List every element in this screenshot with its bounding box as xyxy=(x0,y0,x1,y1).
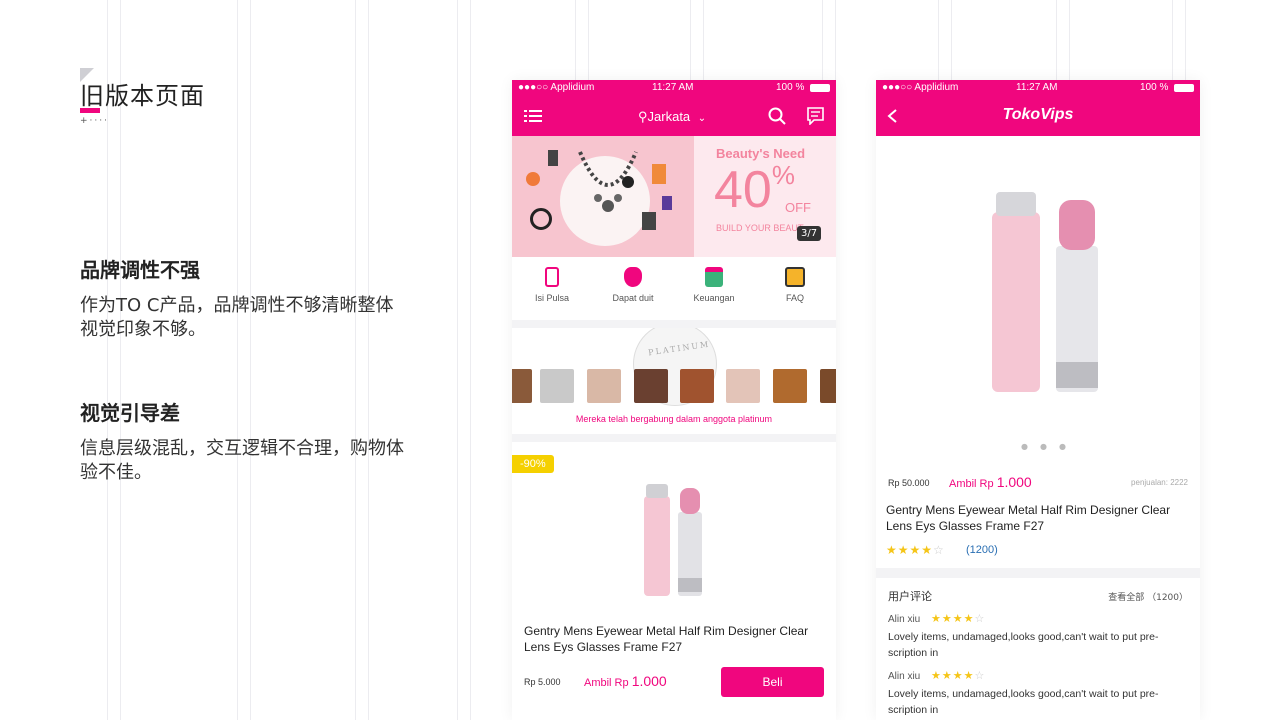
location-pin-icon: ⚲ xyxy=(638,109,648,124)
phone-icon xyxy=(545,267,559,287)
avatar[interactable] xyxy=(773,369,807,403)
platinum-members[interactable]: PLATINUM Mereka telah bergabung dalam an… xyxy=(512,328,836,434)
product-name: Gentry Mens Eyewear Metal Half Rim Desig… xyxy=(886,503,1171,533)
review-text: Lovely items, undamaged,looks good,can't… xyxy=(888,631,1159,659)
battery-text: 100 % xyxy=(1140,82,1169,93)
status-bar: ●●●○○ Applidium 11:27 AM 100 % xyxy=(876,80,1200,96)
battery-text: 100 % xyxy=(776,82,805,93)
rating-stars: ★★★★☆ xyxy=(886,543,945,557)
product-info: Rp 50.000 Ambil Rp 1.000 penjualan: 2222… xyxy=(876,466,1200,568)
avatar[interactable] xyxy=(512,369,532,403)
nav-bar: TokoVips xyxy=(876,96,1200,136)
avatar[interactable] xyxy=(634,369,668,403)
section-body-brand: 作为TO C产品，品牌调性不够清晰整体视觉印象不够。 xyxy=(80,295,394,340)
product-ambil-price: Ambil Rp 1.000 xyxy=(949,474,1032,490)
product-gallery[interactable]: ●●● xyxy=(876,136,1200,466)
gallery-dots: ●●● xyxy=(1021,442,1078,451)
quick-link-dapat-duit[interactable]: Dapat duit xyxy=(593,267,673,303)
avatar[interactable] xyxy=(726,369,760,403)
book-icon xyxy=(785,267,805,287)
banner-image xyxy=(512,136,694,257)
rating-count[interactable]: (1200) xyxy=(966,544,998,556)
platinum-caption: Mereka telah bergabung dalam anggota pla… xyxy=(575,414,773,424)
avatar[interactable] xyxy=(820,369,836,403)
product-name[interactable]: Gentry Mens Eyewear Metal Half Rim Desig… xyxy=(524,623,824,655)
title-underline xyxy=(80,108,100,113)
location-label: Jarkata xyxy=(647,109,691,124)
product-ambil-price: Ambil Rp 1.000 xyxy=(584,673,667,689)
banner-subtitle: BUILD YOUR BEAUTY IN TOKOVIPS! xyxy=(716,223,804,233)
battery-icon xyxy=(1174,84,1194,92)
product-price: Rp 50.000 xyxy=(888,478,930,488)
promo-banner[interactable]: Beauty's Need 40% OFF BUILD YOUR BEAUTY … xyxy=(512,136,836,257)
reviews-title: 用户评论 xyxy=(888,590,932,603)
clock: 11:27 AM xyxy=(652,82,694,93)
product-price: Rp 5.000 xyxy=(524,677,561,687)
review-stars: ★★★★☆ xyxy=(931,669,986,682)
title-marker: +···· xyxy=(80,116,109,126)
battery-icon xyxy=(810,84,830,92)
phone-home-screen: ●●●○○ Applidium 11:27 AM 100 % ⚲Jarkata … xyxy=(512,80,836,720)
clock: 11:27 AM xyxy=(1016,82,1058,93)
review-user: Alin xiu xyxy=(888,614,921,625)
carrier: ●●●○○ Applidium xyxy=(882,82,959,93)
menu-icon[interactable] xyxy=(524,109,542,123)
section-heading-visual: 视觉引导差 xyxy=(80,401,180,425)
nav-bar: ⚲Jarkata ⌄ xyxy=(512,96,836,136)
quick-links: Isi Pulsa Dapat duit Keuangan FAQ xyxy=(512,257,836,320)
discount-badge: -90% xyxy=(512,455,554,473)
product-card[interactable]: -90% Gentry Mens Eyewear Metal Half Rim … xyxy=(512,442,836,720)
lipstick-image xyxy=(992,192,1098,392)
status-bar: ●●●○○ Applidium 11:27 AM 100 % xyxy=(512,80,836,96)
lipstick-image xyxy=(644,484,702,596)
phone-product-detail-screen: ●●●○○ Applidium 11:27 AM 100 % TokoVips … xyxy=(876,80,1200,720)
reviews-section: 用户评论 查看全部 （1200） Alin xiu ★★★★☆ Lovely i… xyxy=(876,578,1200,720)
section-body-visual: 信息层级混乱，交互逻辑不合理，购物体验不佳。 xyxy=(80,438,404,483)
banner-off: OFF xyxy=(785,200,811,215)
gift-icon xyxy=(705,267,723,287)
review-user: Alin xiu xyxy=(888,671,921,682)
page-title: 旧版本页面 xyxy=(80,82,205,110)
quick-link-isi-pulsa[interactable]: Isi Pulsa xyxy=(512,267,592,303)
avatar[interactable] xyxy=(540,369,574,403)
banner-title: Beauty's Need xyxy=(716,146,806,161)
review-text: Lovely items, undamaged,looks good,can't… xyxy=(888,688,1159,716)
buy-button[interactable]: Beli xyxy=(721,667,824,697)
sales-count: penjualan: 2222 xyxy=(1131,478,1188,487)
banner-page-indicator: 3/7 xyxy=(797,226,822,241)
view-all-reviews-link[interactable]: 查看全部 （1200） xyxy=(1108,590,1188,603)
avatar[interactable] xyxy=(680,369,714,403)
location-selector[interactable]: ⚲Jarkata ⌄ xyxy=(638,109,706,125)
search-icon[interactable] xyxy=(768,107,786,125)
message-icon[interactable] xyxy=(807,107,824,125)
quick-link-faq[interactable]: FAQ xyxy=(755,267,835,303)
quick-link-keuangan[interactable]: Keuangan xyxy=(674,267,754,303)
carrier: ●●●○○ Applidium xyxy=(518,82,595,93)
avatar[interactable] xyxy=(587,369,621,403)
brand-logo: TokoVips xyxy=(1002,106,1074,123)
money-bag-icon xyxy=(624,267,642,287)
review-stars: ★★★★☆ xyxy=(931,612,986,625)
banner-percent: 40% xyxy=(714,160,795,219)
chevron-down-icon: ⌄ xyxy=(697,113,707,124)
section-heading-brand: 品牌调性不强 xyxy=(80,258,200,282)
